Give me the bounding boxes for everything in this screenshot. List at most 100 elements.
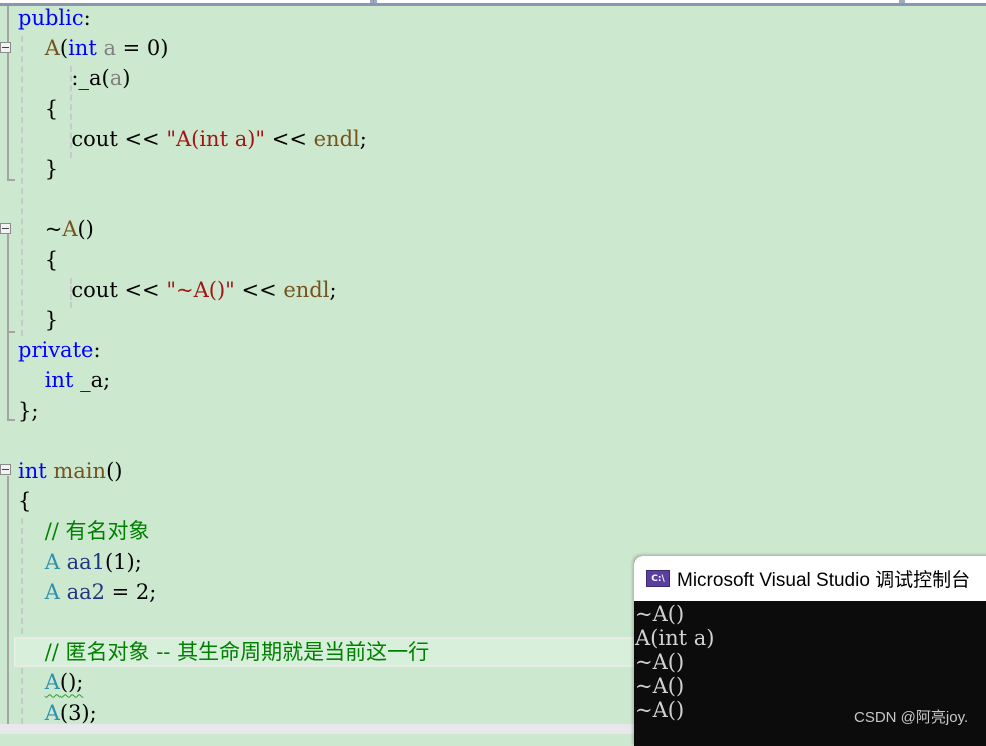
code-token: private — [18, 338, 94, 363]
code-token: aa1 — [66, 549, 105, 574]
code-token: << — [234, 277, 284, 302]
code-line[interactable]: public: — [18, 3, 91, 33]
code-token: int — [68, 36, 97, 61]
code-line[interactable]: { — [18, 245, 58, 275]
code-token: "~A()" — [166, 277, 235, 302]
code-line[interactable]: int main() — [18, 456, 122, 486]
code-token: { — [18, 489, 32, 514]
code-token: A — [44, 579, 60, 604]
code-line[interactable]: } — [18, 154, 58, 184]
code-token: public — [18, 6, 84, 30]
code-line[interactable]: A aa2 = 2; — [18, 577, 157, 607]
code-token: ; — [359, 126, 367, 151]
console-line: ~A() — [635, 650, 685, 674]
code-token: :_a( — [71, 66, 110, 91]
console-title: Microsoft Visual Studio 调试控制台 — [677, 570, 971, 591]
code-token: << — [117, 126, 167, 151]
code-token: ; — [329, 277, 337, 302]
code-token: aa2 — [66, 579, 105, 604]
code-line[interactable]: }; — [18, 396, 38, 426]
code-token: A — [62, 217, 78, 242]
outline-end-tick — [7, 331, 15, 333]
code-line[interactable]: // 有名对象 — [18, 516, 150, 546]
watermark: CSDN @阿亮joy. — [854, 709, 969, 726]
outline-end-tick — [7, 179, 15, 181]
console-app-icon: C:\ — [646, 570, 670, 587]
code-token: = 2; — [104, 579, 157, 604]
code-token: : — [83, 6, 91, 30]
outline-line — [7, 6, 9, 179]
code-token: int — [18, 459, 47, 483]
code-line[interactable]: int _a; — [18, 365, 110, 395]
code-token: a — [103, 36, 116, 61]
code-line-current[interactable]: // 匿名对象 -- 其生命周期就是当前这一行 — [14, 637, 644, 668]
code-token: (3); — [59, 700, 97, 725]
member-dropdown[interactable] — [374, 0, 902, 3]
code-token: { — [44, 96, 59, 121]
code-token: A — [44, 36, 60, 61]
code-line[interactable]: { — [18, 486, 31, 516]
outline-line — [7, 476, 9, 724]
code-token: endl — [283, 277, 330, 302]
code-line[interactable]: cout << "A(int a)" << endl; — [18, 124, 367, 154]
code-line[interactable]: { — [18, 94, 58, 124]
console-titlebar[interactable]: C:\ Microsoft Visual Studio 调试控制台 — [634, 556, 986, 601]
code-token: // 有名对象 — [44, 519, 150, 544]
code-line[interactable]: A aa1(1); — [18, 547, 142, 577]
outline-line — [7, 343, 9, 421]
code-line[interactable]: ~A() — [18, 214, 94, 244]
collapse-toggle[interactable] — [0, 464, 11, 475]
code-token: } — [44, 157, 59, 181]
code-token: { — [44, 247, 59, 272]
code-token: << — [117, 277, 167, 302]
outline-end-tick — [7, 419, 15, 421]
code-token: a — [109, 66, 123, 91]
console-line: A(int a) — [635, 626, 715, 650]
code-token: }; — [18, 398, 39, 423]
code-token: () — [77, 217, 94, 242]
code-token: main — [53, 459, 107, 483]
console-output: ~A() A(int a) ~A() ~A() ~A() — [634, 601, 986, 722]
function-dropdown[interactable] — [902, 0, 986, 3]
collapse-toggle[interactable] — [0, 42, 11, 53]
code-token: = 0) — [115, 36, 169, 61]
code-line[interactable]: A(int a = 0) — [18, 33, 169, 63]
collapse-toggle[interactable] — [0, 223, 11, 234]
code-token: "A(int a)" — [166, 126, 266, 151]
code-token: ) — [122, 66, 131, 91]
code-token: // 匿名对象 -- 其生命周期就是当前这一行 — [44, 640, 430, 665]
code-token: << — [265, 126, 314, 151]
code-token: cout — [71, 126, 118, 151]
code-line[interactable]: cout << "~A()" << endl; — [18, 275, 337, 305]
console-line: ~A() — [635, 674, 685, 698]
code-token: _a; — [73, 368, 111, 393]
code-line[interactable]: } — [18, 305, 58, 335]
code-token: (1); — [104, 549, 142, 574]
code-token: cout — [71, 277, 118, 302]
code-line[interactable]: A(); — [18, 667, 84, 697]
code-line[interactable]: private: — [18, 335, 101, 365]
code-token: } — [44, 308, 59, 332]
code-line[interactable]: :_a(a) — [18, 63, 130, 93]
outline-line — [7, 233, 9, 343]
code-token: endl — [313, 126, 360, 151]
code-token: : — [93, 338, 101, 363]
code-token: A — [44, 670, 60, 695]
code-token: int — [44, 368, 74, 393]
